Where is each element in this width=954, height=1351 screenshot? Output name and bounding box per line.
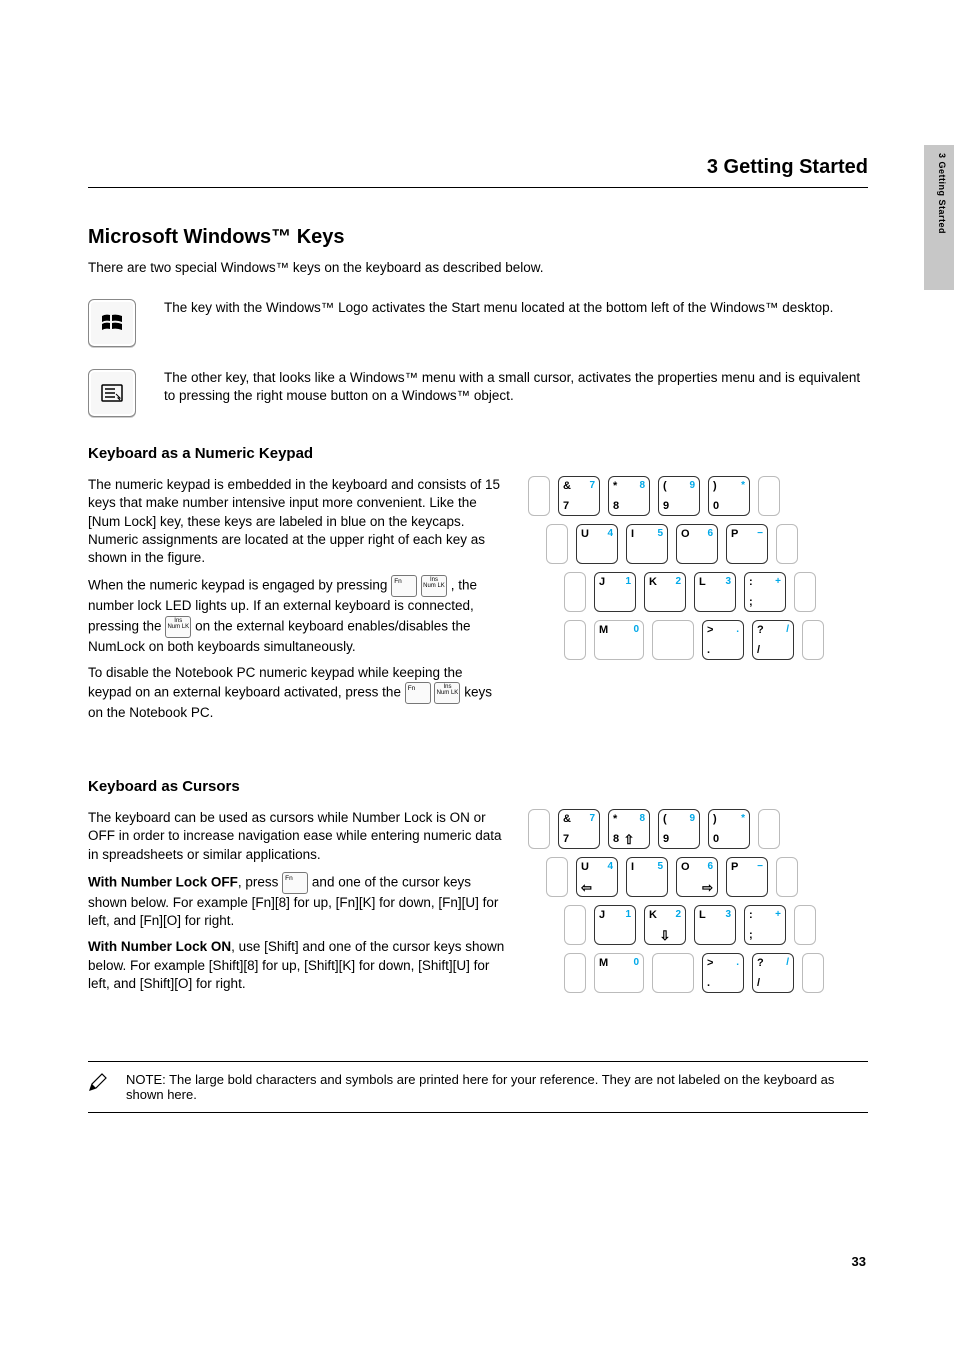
numkeypad-p1: The numeric keypad is embedded in the ke… (88, 476, 508, 567)
ins-numlk-key-inline-2: InsNum LK (165, 616, 191, 638)
windows-logo-key-row: The key with the Windows™ Logo activates… (88, 299, 868, 347)
fn-key-inline: Fn (391, 575, 417, 597)
arrow-right-icon: ⇨ (677, 880, 717, 896)
fn-key-inline-3: Fn (282, 872, 308, 894)
winmenu-intro: There are two special Windows™ keys on t… (88, 259, 868, 277)
section-title-windows-keys: Microsoft Windows™ Keys (88, 226, 868, 249)
menu-key-row: The other key, that looks like a Windows… (88, 369, 868, 417)
section-title-cursors: Keyboard as Cursors (88, 778, 868, 795)
windows-logo-key-desc: The key with the Windows™ Logo activates… (164, 299, 868, 317)
section-title-numeric-keypad: Keyboard as a Numeric Keypad (88, 445, 868, 462)
numkeypad-text-block: The numeric keypad is embedded in the ke… (88, 476, 508, 730)
menu-key-icon (88, 369, 136, 417)
note-box: NOTE: The large bold characters and symb… (88, 1061, 868, 1113)
numkeypad-p3: To disable the Notebook PC numeric keypa… (88, 664, 508, 722)
page-header: 3 Getting Started (88, 0, 868, 188)
numeric-keypad-diagram: &77 *88 (99 )*0 U4 I5 O6 P− J1 K2 L3 (528, 476, 828, 668)
arrow-left-icon: ⇦ (577, 880, 617, 896)
page-title: 3 Getting Started (707, 156, 868, 179)
cursors-p2: With Number Lock OFF, press Fn and one o… (88, 872, 508, 930)
page-number: 33 (852, 1254, 866, 1269)
pencil-icon (88, 1072, 108, 1092)
cursors-text-block: The keyboard can be used as cursors whil… (88, 809, 508, 1001)
side-tab-label: 3 Getting Started (937, 153, 947, 234)
cursor-keypad-diagram: &77 *88⇧ (99 )*0 U4⇦ I5 O6⇨ P− J1 K2⇩ L3 (528, 809, 828, 1001)
cursors-p3: With Number Lock ON, use [Shift] and one… (88, 938, 508, 993)
cursors-p1: The keyboard can be used as cursors whil… (88, 809, 508, 864)
ins-numlk-key-inline: InsNum LK (421, 575, 447, 597)
fn-key-inline-2: Fn (405, 682, 431, 704)
note-text: NOTE: The large bold characters and symb… (126, 1072, 868, 1102)
arrow-up-icon: ⇧ (609, 832, 649, 848)
ins-numlk-key-inline-3: InsNum LK (434, 682, 460, 704)
menu-key-desc: The other key, that looks like a Windows… (164, 369, 868, 405)
numkeypad-p2: When the numeric keypad is engaged by pr… (88, 575, 508, 655)
arrow-down-icon: ⇩ (645, 928, 685, 944)
windows-logo-key-icon (88, 299, 136, 347)
side-tab: 3 Getting Started (924, 145, 954, 290)
